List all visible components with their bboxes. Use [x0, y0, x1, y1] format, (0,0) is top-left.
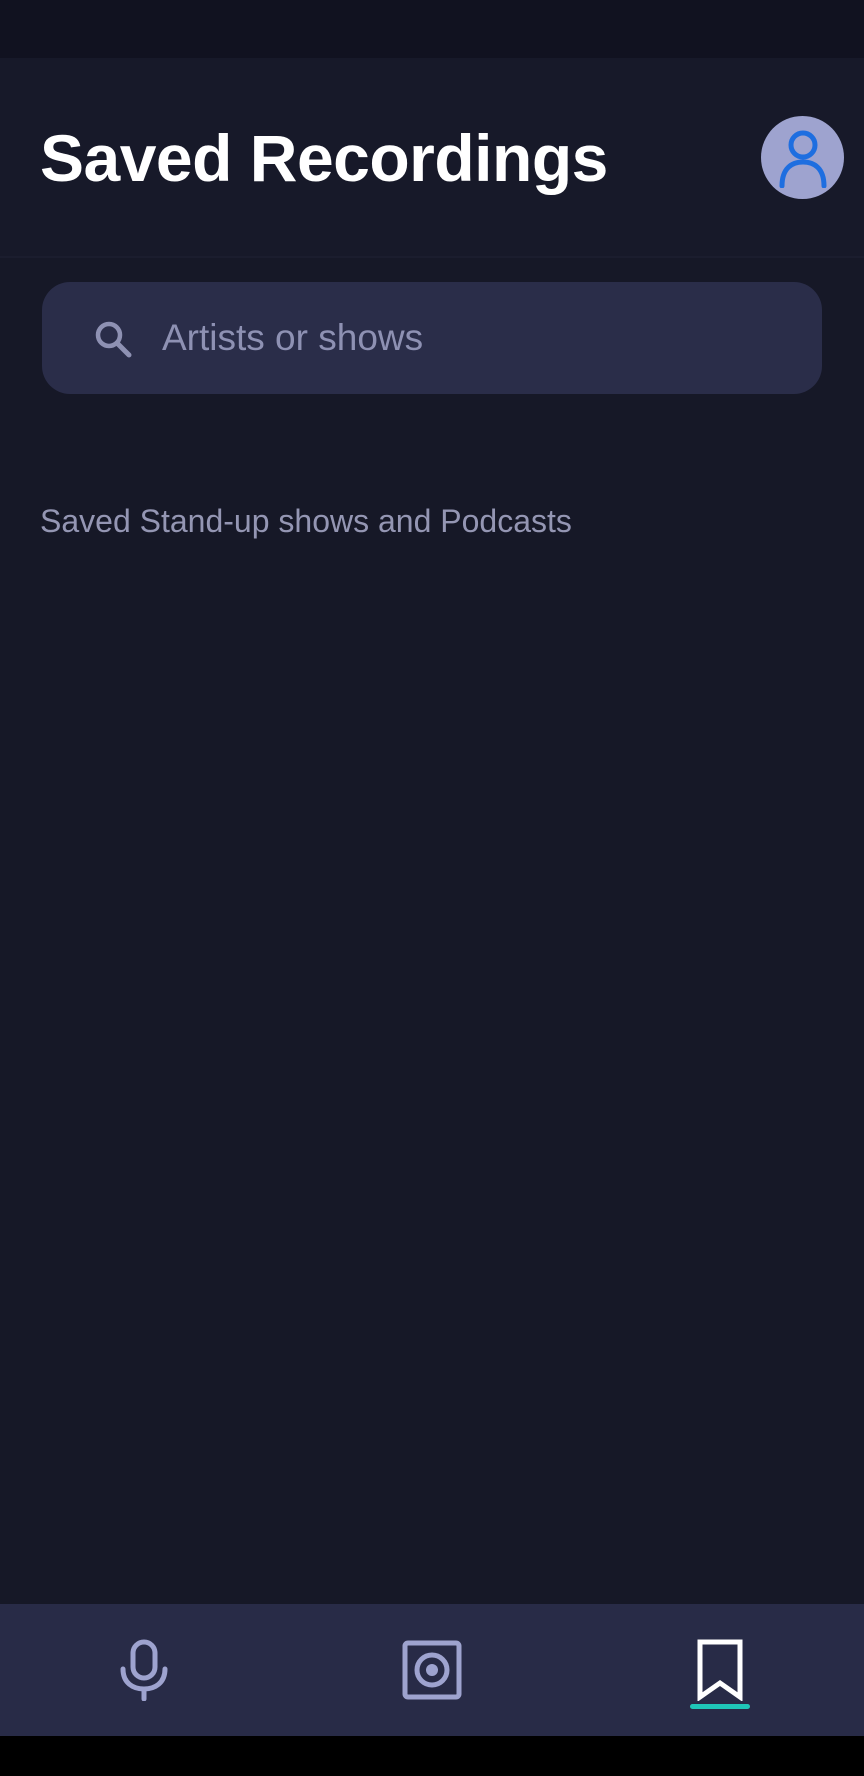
app-header: Saved Recordings	[0, 58, 864, 258]
user-icon	[779, 130, 826, 188]
nav-item-speaker[interactable]	[352, 1604, 512, 1736]
nav-item-saved[interactable]	[640, 1604, 800, 1736]
search-input[interactable]	[162, 282, 802, 394]
system-navigation-bar	[0, 1736, 864, 1776]
search-bar[interactable]	[42, 282, 822, 394]
active-tab-indicator	[690, 1704, 750, 1709]
speaker-icon	[402, 1640, 462, 1700]
bottom-navigation	[0, 1604, 864, 1736]
microphone-icon	[120, 1639, 168, 1701]
bookmark-icon	[697, 1639, 743, 1701]
search-icon	[95, 321, 132, 358]
profile-avatar-button[interactable]	[761, 116, 844, 199]
page-title: Saved Recordings	[40, 121, 608, 195]
section-label: Saved Stand-up shows and Podcasts	[40, 503, 572, 539]
nav-item-microphone[interactable]	[64, 1604, 224, 1736]
status-bar	[0, 0, 864, 58]
